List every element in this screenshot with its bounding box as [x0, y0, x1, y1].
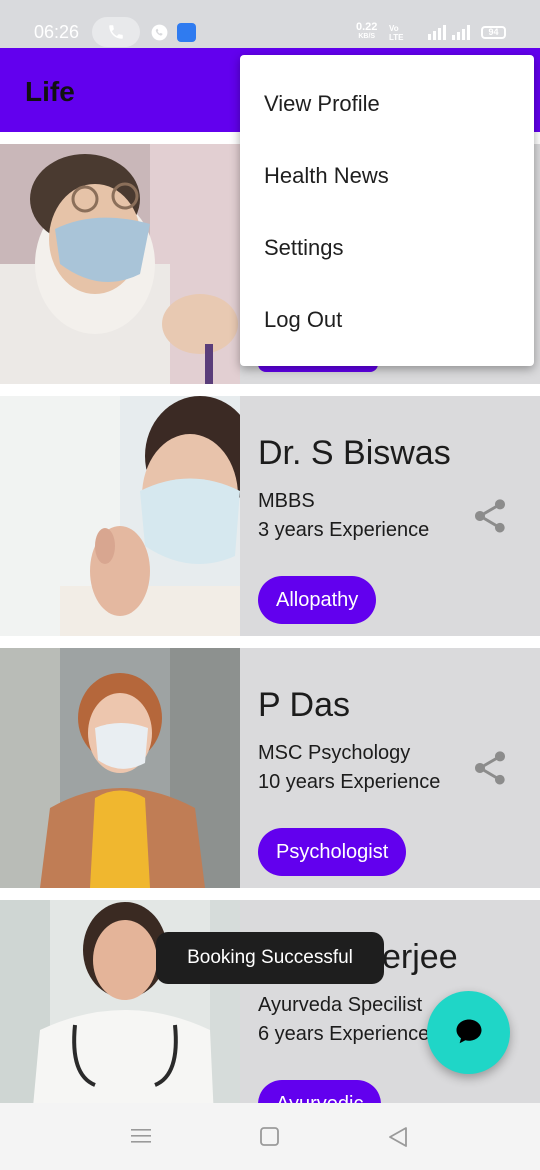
doctor-card[interactable]: P Das MSC Psychology 10 years Experience…: [0, 648, 540, 888]
whatsapp-icon: [151, 24, 168, 41]
category-button[interactable]: Ayurvedic: [258, 1080, 382, 1103]
net-speed: 0.22 KB/S: [356, 22, 377, 41]
menu-item-log-out[interactable]: Log Out: [264, 307, 342, 333]
back-nav-icon[interactable]: [388, 1127, 408, 1147]
battery-icon: 94: [481, 26, 506, 39]
doctor-card[interactable]: Dr. S Biswas MBBS 3 years Experience All…: [0, 396, 540, 636]
ongoing-call-indicator[interactable]: [92, 17, 140, 47]
signal-strength-icon: [428, 25, 470, 40]
chat-bubble-icon: [456, 1019, 482, 1044]
status-bar: 06:26 0.22 KB/S Vo LTE 94: [0, 0, 540, 48]
category-button[interactable]: Psychologist: [258, 828, 407, 876]
share-icon[interactable]: [470, 496, 510, 536]
doctor-name: Dr. S Biswas: [258, 434, 451, 472]
share-icon[interactable]: [470, 748, 510, 788]
status-time: 06:26: [34, 22, 80, 42]
category-button[interactable]: Allopathy: [258, 576, 377, 624]
doctor-name: erjee: [382, 938, 458, 976]
home-nav-icon[interactable]: [260, 1127, 279, 1146]
system-nav-bar: [0, 1103, 540, 1170]
menu-item-health-news[interactable]: Health News: [264, 163, 389, 189]
doctor-photo: [0, 648, 240, 888]
phone-icon: [109, 25, 123, 39]
app-title: Life: [25, 76, 75, 107]
menu-item-settings[interactable]: Settings: [264, 235, 344, 261]
volte-top: Vo: [389, 24, 399, 33]
doctor-degree: MBBS: [258, 490, 315, 512]
volte-bottom: LTE: [389, 33, 404, 42]
doctor-photo: [0, 900, 240, 1103]
doctor-experience: 6 years Experience: [258, 1023, 430, 1045]
overflow-menu: View Profile Health News Settings Log Ou…: [240, 55, 534, 366]
android-app-icon: [177, 23, 196, 42]
doctor-photo: [0, 396, 240, 636]
net-speed-unit: KB/S: [358, 33, 376, 40]
doctor-degree: Ayurveda Specilist: [258, 994, 423, 1016]
doctor-experience: 3 years Experience: [258, 519, 430, 541]
doctor-experience: 10 years Experience: [258, 771, 441, 793]
menu-item-view-profile[interactable]: View Profile: [264, 91, 380, 117]
chat-fab-button[interactable]: [427, 991, 510, 1074]
doctor-photo: [0, 144, 240, 384]
menu-nav-icon[interactable]: [131, 1127, 151, 1145]
volte-indicator: Vo LTE: [389, 24, 404, 42]
doctor-degree: MSC Psychology: [258, 742, 411, 764]
doctor-name: P Das: [258, 686, 350, 724]
toast-message: Booking Successful: [156, 932, 384, 984]
